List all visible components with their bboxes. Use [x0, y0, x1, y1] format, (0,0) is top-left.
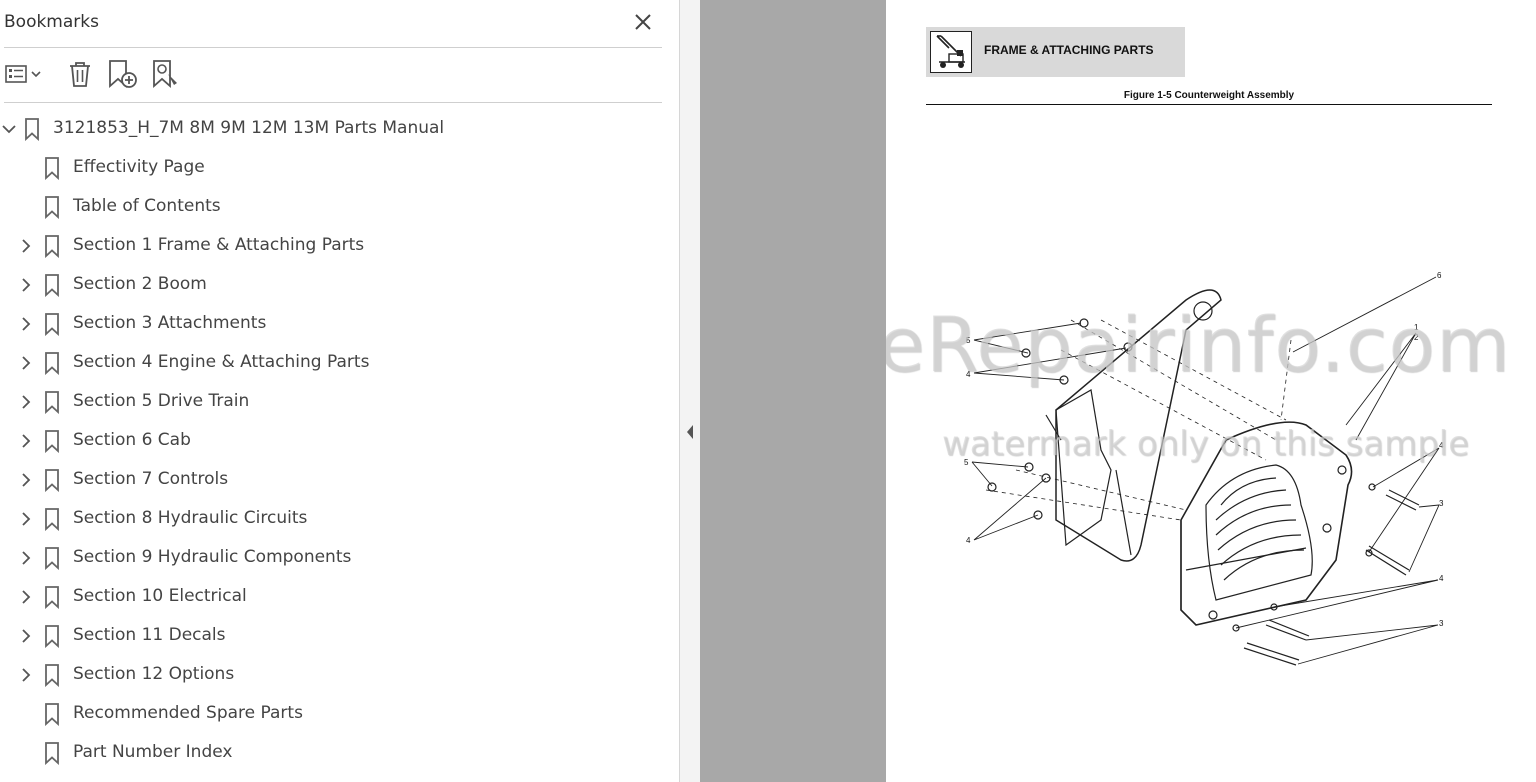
callout: 4 [966, 536, 971, 545]
callout: 6 [1437, 271, 1442, 280]
callout: 3 [1439, 499, 1444, 508]
callout: 1 [1414, 323, 1419, 332]
close-panel-button[interactable] [631, 10, 655, 34]
chevron-right-icon[interactable] [17, 236, 35, 256]
callout: 5 [966, 336, 971, 345]
callout: 4 [966, 370, 971, 379]
bookmark-icon [45, 625, 59, 648]
document-page: FRAME & ATTACHING PARTS Figure 1-5 Count… [886, 0, 1536, 782]
divider [4, 102, 662, 103]
bookmark-item[interactable]: Section 7 Controls [0, 461, 670, 500]
bookmark-root[interactable]: 3121853_H_7M 8M 9M 12M 13M Parts Manual [0, 110, 670, 149]
bookmark-label: Section 11 Decals [73, 625, 226, 645]
callout: 5 [964, 458, 969, 467]
chevron-right-icon[interactable] [17, 431, 35, 451]
callout: 2 [1414, 333, 1419, 342]
chevron-right-icon[interactable] [17, 548, 35, 568]
bookmark-item[interactable]: Table of Contents [0, 188, 670, 227]
options-menu-button[interactable] [4, 58, 46, 90]
close-icon [635, 14, 651, 30]
chevron-right-icon[interactable] [17, 392, 35, 412]
bookmark-label: Effectivity Page [73, 157, 205, 177]
counterweight-drawing: 6 1 2 5 4 5 4 4 3 4 3 [964, 271, 1444, 666]
chevron-right-icon[interactable] [17, 314, 35, 334]
bookmark-icon [45, 703, 59, 726]
bookmark-label: Section 3 Attachments [73, 313, 267, 333]
chevron-right-icon[interactable] [17, 587, 35, 607]
bookmark-label: Section 12 Options [73, 664, 235, 684]
bookmark-icon [45, 352, 59, 375]
callout: 4 [1439, 574, 1444, 583]
bookmark-label: Section 7 Controls [73, 469, 229, 489]
bookmark-icon [45, 196, 59, 219]
bookmark-icon [45, 664, 59, 687]
bookmark-item[interactable]: Section 12 Options [0, 656, 670, 695]
bookmark-item[interactable]: Section 5 Drive Train [0, 383, 670, 422]
bookmark-item[interactable]: Section 2 Boom [0, 266, 670, 305]
bookmark-label: Table of Contents [73, 196, 221, 216]
trash-icon [70, 62, 90, 87]
bookmark-icon [45, 157, 59, 180]
delete-bookmark-button[interactable] [64, 58, 96, 90]
bookmark-icon [45, 742, 59, 765]
add-bookmark-icon [109, 60, 137, 88]
callout: 4 [1439, 441, 1444, 450]
bookmark-label: 3121853_H_7M 8M 9M 12M 13M Parts Manual [53, 118, 445, 138]
chevron-right-icon[interactable] [17, 353, 35, 373]
divider [4, 47, 662, 48]
bookmark-icon [45, 430, 59, 453]
bookmarks-panel: Bookmarks 3121853_H_7M 8M 9M 12M 13M Par… [0, 0, 680, 782]
chevron-down-icon[interactable] [0, 119, 18, 139]
bookmark-item[interactable]: Section 4 Engine & Attaching Parts [0, 344, 670, 383]
bookmark-item[interactable]: Part Number Index [0, 734, 670, 773]
bookmark-label: Section 4 Engine & Attaching Parts [73, 352, 370, 372]
bookmark-label: Part Number Index [73, 742, 233, 762]
bookmark-icon [45, 508, 59, 531]
bookmark-item[interactable]: Recommended Spare Parts [0, 695, 670, 734]
bookmark-item[interactable]: Effectivity Page [0, 149, 670, 188]
chevron-right-icon[interactable] [17, 626, 35, 646]
bookmark-item[interactable]: Section 9 Hydraulic Components [0, 539, 670, 578]
chevron-right-icon[interactable] [17, 275, 35, 295]
bookmark-item[interactable]: Section 1 Frame & Attaching Parts [0, 227, 670, 266]
bookmark-icon [25, 118, 39, 141]
bookmark-icon [45, 469, 59, 492]
bookmark-icon [45, 391, 59, 414]
new-bookmark-button[interactable] [106, 58, 140, 90]
bookmark-icon [45, 313, 59, 336]
bookmark-label: Section 6 Cab [73, 430, 191, 450]
bookmark-icon [45, 547, 59, 570]
bookmark-label: Section 10 Electrical [73, 586, 247, 606]
bookmark-label: Section 5 Drive Train [73, 391, 250, 411]
bookmark-icon [45, 274, 59, 297]
bookmark-item[interactable]: Section 3 Attachments [0, 305, 670, 344]
panel-title: Bookmarks [4, 12, 99, 32]
list-options-icon [5, 65, 41, 83]
bookmark-search-icon [153, 60, 177, 88]
callout: 3 [1439, 619, 1444, 628]
bookmark-label: Section 9 Hydraulic Components [73, 547, 352, 567]
bookmark-item[interactable]: Section 8 Hydraulic Circuits [0, 500, 670, 539]
chevron-right-icon[interactable] [17, 470, 35, 490]
bookmark-label: Recommended Spare Parts [73, 703, 303, 723]
bookmark-icon [45, 586, 59, 609]
chevron-right-icon[interactable] [17, 509, 35, 529]
collapse-panel-icon[interactable] [685, 424, 695, 440]
chevron-right-icon[interactable] [17, 665, 35, 685]
bookmark-item[interactable]: Section 6 Cab [0, 422, 670, 461]
bookmark-label: Section 2 Boom [73, 274, 207, 294]
bookmark-icon [45, 235, 59, 258]
bookmark-label: Section 8 Hydraulic Circuits [73, 508, 308, 528]
panel-splitter[interactable] [680, 0, 700, 782]
bookmark-item[interactable]: Section 10 Electrical [0, 578, 670, 617]
bookmark-label: Section 1 Frame & Attaching Parts [73, 235, 365, 255]
bookmark-item[interactable]: Section 11 Decals [0, 617, 670, 656]
document-gutter [700, 0, 886, 782]
search-bookmark-button[interactable] [150, 58, 184, 90]
